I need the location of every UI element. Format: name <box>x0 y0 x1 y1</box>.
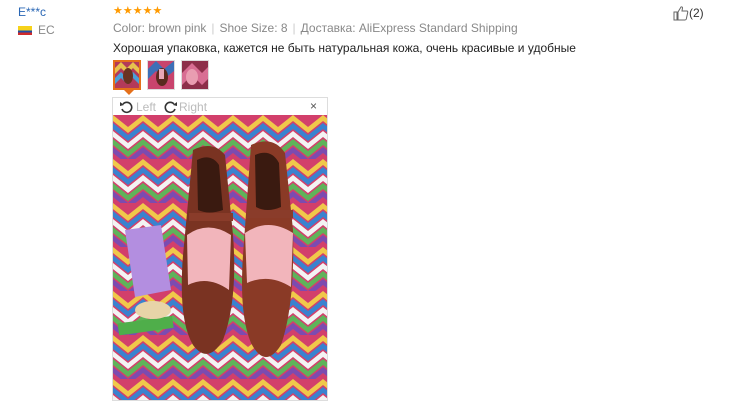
ecuador-flag-icon <box>18 25 32 35</box>
color-attribute: Color: brown pink <box>113 21 207 35</box>
rotate-right-icon <box>164 101 178 113</box>
country-code: EC <box>38 23 55 37</box>
image-viewer: Left Right × <box>112 97 328 401</box>
helpful-count: (2) <box>689 6 704 20</box>
viewer-toolbar: Left Right × <box>113 98 327 115</box>
review-thumbnails <box>113 60 209 90</box>
review-text: Хорошая упаковка, кажется не быть натура… <box>113 41 576 55</box>
rotate-left-button[interactable]: Left <box>119 100 156 114</box>
reviewer-name[interactable]: E***c <box>18 5 55 19</box>
review-meta: Color: brown pink | Shoe Size: 8 | Доставка:… <box>113 21 518 35</box>
review-thumbnail-3[interactable] <box>181 60 209 90</box>
thumbnail-selection-caret <box>124 90 134 95</box>
helpful-button[interactable]: (2) <box>673 5 704 21</box>
reviewer-info: E***c EC <box>18 5 55 37</box>
review-photo <box>113 115 327 400</box>
rotate-right-label: Right <box>179 99 208 114</box>
review-body: ★★★★★ Color: brown pink | Shoe Size: 8 | Дос… <box>113 5 713 55</box>
size-attribute: Shoe Size: 8 <box>219 21 288 35</box>
review-thumbnail-2[interactable] <box>147 60 175 90</box>
shipping-attribute: Доставка: AliExpress Standard Shipping <box>300 21 518 35</box>
close-viewer-button[interactable]: × <box>310 99 317 113</box>
star-rating: ★★★★★ <box>113 5 163 17</box>
rotate-left-label: Left <box>136 99 157 114</box>
reviewer-country: EC <box>18 23 55 37</box>
rotate-right-button[interactable]: Right <box>162 100 207 114</box>
review-thumbnail-1[interactable] <box>113 60 141 90</box>
thumbs-up-icon <box>673 6 689 21</box>
rotate-left-icon <box>120 101 133 113</box>
